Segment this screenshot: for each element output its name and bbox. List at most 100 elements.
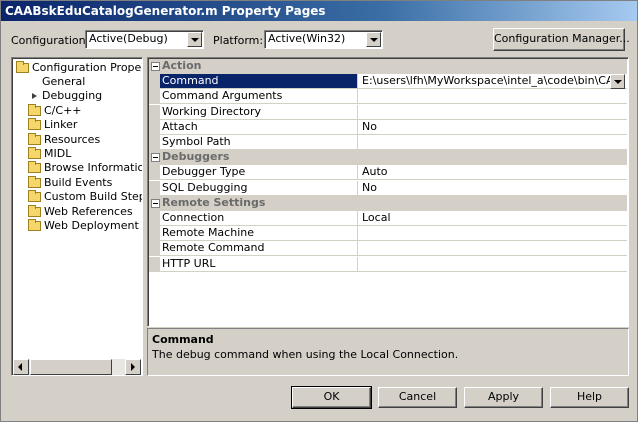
- column-divider: [357, 241, 358, 257]
- folder-icon: [28, 204, 41, 217]
- property-name: Connection: [162, 211, 225, 224]
- folder-icon: [28, 147, 41, 159]
- tree-item-label: C/C++: [44, 103, 82, 117]
- scroll-right-icon[interactable]: [125, 359, 141, 375]
- category-tree: Configuration Properties GeneralDebuggin…: [11, 57, 143, 376]
- folder-icon: [28, 132, 41, 145]
- platform-combo[interactable]: Active(Win32): [264, 30, 383, 49]
- property-value[interactable]: No: [359, 120, 377, 134]
- property-value[interactable]: Local: [359, 211, 391, 225]
- tree-item-label: MIDL: [44, 147, 72, 160]
- description-text: The debug command when using the Local C…: [152, 348, 459, 361]
- column-divider: [357, 104, 358, 120]
- property-row[interactable]: Attach No: [149, 119, 627, 135]
- row-gutter: [149, 256, 160, 272]
- category-label: Remote Settings: [162, 195, 266, 209]
- column-divider: [357, 226, 358, 242]
- scroll-left-icon[interactable]: [13, 359, 29, 375]
- column-divider: [357, 180, 358, 196]
- row-gutter: [149, 165, 160, 181]
- folder-icon: [28, 118, 41, 131]
- platform-label: Platform:: [213, 34, 264, 47]
- tree-root-label: Configuration Properties: [32, 61, 142, 74]
- row-gutter: [149, 211, 160, 226]
- column-divider: [357, 89, 358, 105]
- folder-icon: [28, 219, 41, 231]
- column-divider: [357, 165, 358, 181]
- property-row[interactable]: HTTP URL: [149, 256, 627, 272]
- horizontal-scrollbar[interactable]: [13, 359, 141, 375]
- row-gutter: [149, 119, 160, 135]
- tree-item-label: General: [42, 75, 86, 88]
- property-row[interactable]: Command E:\users\lfh\MyWorkspace\intel_a\…: [149, 74, 627, 90]
- property-row[interactable]: SQL Debugging No: [149, 180, 627, 196]
- property-value[interactable]: Auto: [359, 165, 388, 179]
- collapse-icon[interactable]: [151, 198, 160, 208]
- category-row[interactable]: Action: [149, 59, 627, 74]
- column-divider: [357, 119, 358, 135]
- row-gutter: [149, 241, 160, 257]
- property-value[interactable]: E:\users\lfh\MyWorkspace\intel_a\code\bi…: [359, 74, 610, 88]
- column-divider: [357, 211, 358, 226]
- property-grid: Action Command E:\users\lfh\MyWorkspace\in…: [147, 57, 629, 327]
- property-row[interactable]: Working Directory: [149, 104, 627, 120]
- chevron-down-icon[interactable]: [610, 74, 625, 90]
- tree-item-label: Linker: [44, 118, 78, 132]
- platform-value: Active(Win32): [268, 32, 346, 45]
- configuration-value: Active(Debug): [89, 32, 168, 45]
- description-title: Command: [152, 333, 214, 346]
- category-label: Action: [162, 59, 202, 72]
- row-gutter: [149, 135, 160, 150]
- cancel-button[interactable]: Cancel: [378, 387, 457, 408]
- property-name: Attach: [162, 119, 198, 133]
- collapse-icon[interactable]: [151, 153, 160, 163]
- title-bar: CAABskEduCatalogGenerator.m Property Pag…: [1, 1, 637, 21]
- tree-item-label: Build Events: [44, 175, 113, 189]
- row-gutter: [149, 104, 160, 120]
- collapse-icon[interactable]: [151, 62, 160, 71]
- open-folder-icon: [16, 61, 29, 73]
- tree-item-label: Web References: [44, 204, 133, 218]
- scroll-thumb[interactable]: [30, 359, 112, 375]
- row-gutter: [149, 89, 160, 105]
- property-row[interactable]: Command Arguments: [149, 89, 627, 105]
- property-row[interactable]: Debugger Type Auto: [149, 165, 627, 181]
- folder-icon: [28, 190, 41, 203]
- configuration-label: Configuration:: [11, 34, 90, 47]
- property-name: Command Arguments: [162, 89, 283, 103]
- property-row[interactable]: Symbol Path: [149, 135, 627, 150]
- category-row[interactable]: Remote Settings: [149, 195, 627, 211]
- ok-button[interactable]: OK: [291, 386, 372, 409]
- row-gutter: [149, 74, 160, 90]
- column-divider: [357, 135, 358, 150]
- apply-button[interactable]: Apply: [464, 387, 543, 408]
- property-value[interactable]: No: [359, 181, 377, 195]
- property-pages-dialog: CAABskEduCatalogGenerator.m Property Pag…: [0, 0, 638, 422]
- folder-icon: [28, 161, 41, 174]
- chevron-down-icon[interactable]: [187, 32, 202, 47]
- tree-item-label: Debugging: [42, 89, 103, 103]
- help-button[interactable]: Help: [550, 387, 629, 408]
- category-row[interactable]: Debuggers: [149, 150, 627, 166]
- row-gutter: [149, 180, 160, 196]
- configuration-manager-button[interactable]: Configuration Manager...: [493, 28, 630, 51]
- property-row[interactable]: Remote Machine: [149, 226, 627, 242]
- property-row[interactable]: Connection Local: [149, 211, 627, 226]
- property-name: Working Directory: [162, 104, 262, 118]
- property-name: Debugger Type: [162, 165, 246, 179]
- chevron-down-icon[interactable]: [366, 32, 381, 47]
- property-name: Command: [160, 74, 357, 89]
- tree-item-label: Web Deployment: [44, 219, 139, 232]
- property-name: Remote Machine: [162, 226, 254, 240]
- property-name: Remote Command: [162, 241, 265, 255]
- tree-item-label: Custom Build Step: [44, 190, 143, 204]
- folder-icon: [28, 175, 41, 188]
- category-label: Debuggers: [162, 150, 230, 164]
- description-panel: Command The debug command when using the…: [147, 328, 629, 376]
- column-divider: [357, 74, 358, 90]
- property-name: HTTP URL: [162, 256, 216, 270]
- folder-icon: [28, 103, 41, 116]
- tree-item-label: Resources: [44, 132, 101, 146]
- property-row[interactable]: Remote Command: [149, 241, 627, 257]
- configuration-combo[interactable]: Active(Debug): [85, 30, 204, 49]
